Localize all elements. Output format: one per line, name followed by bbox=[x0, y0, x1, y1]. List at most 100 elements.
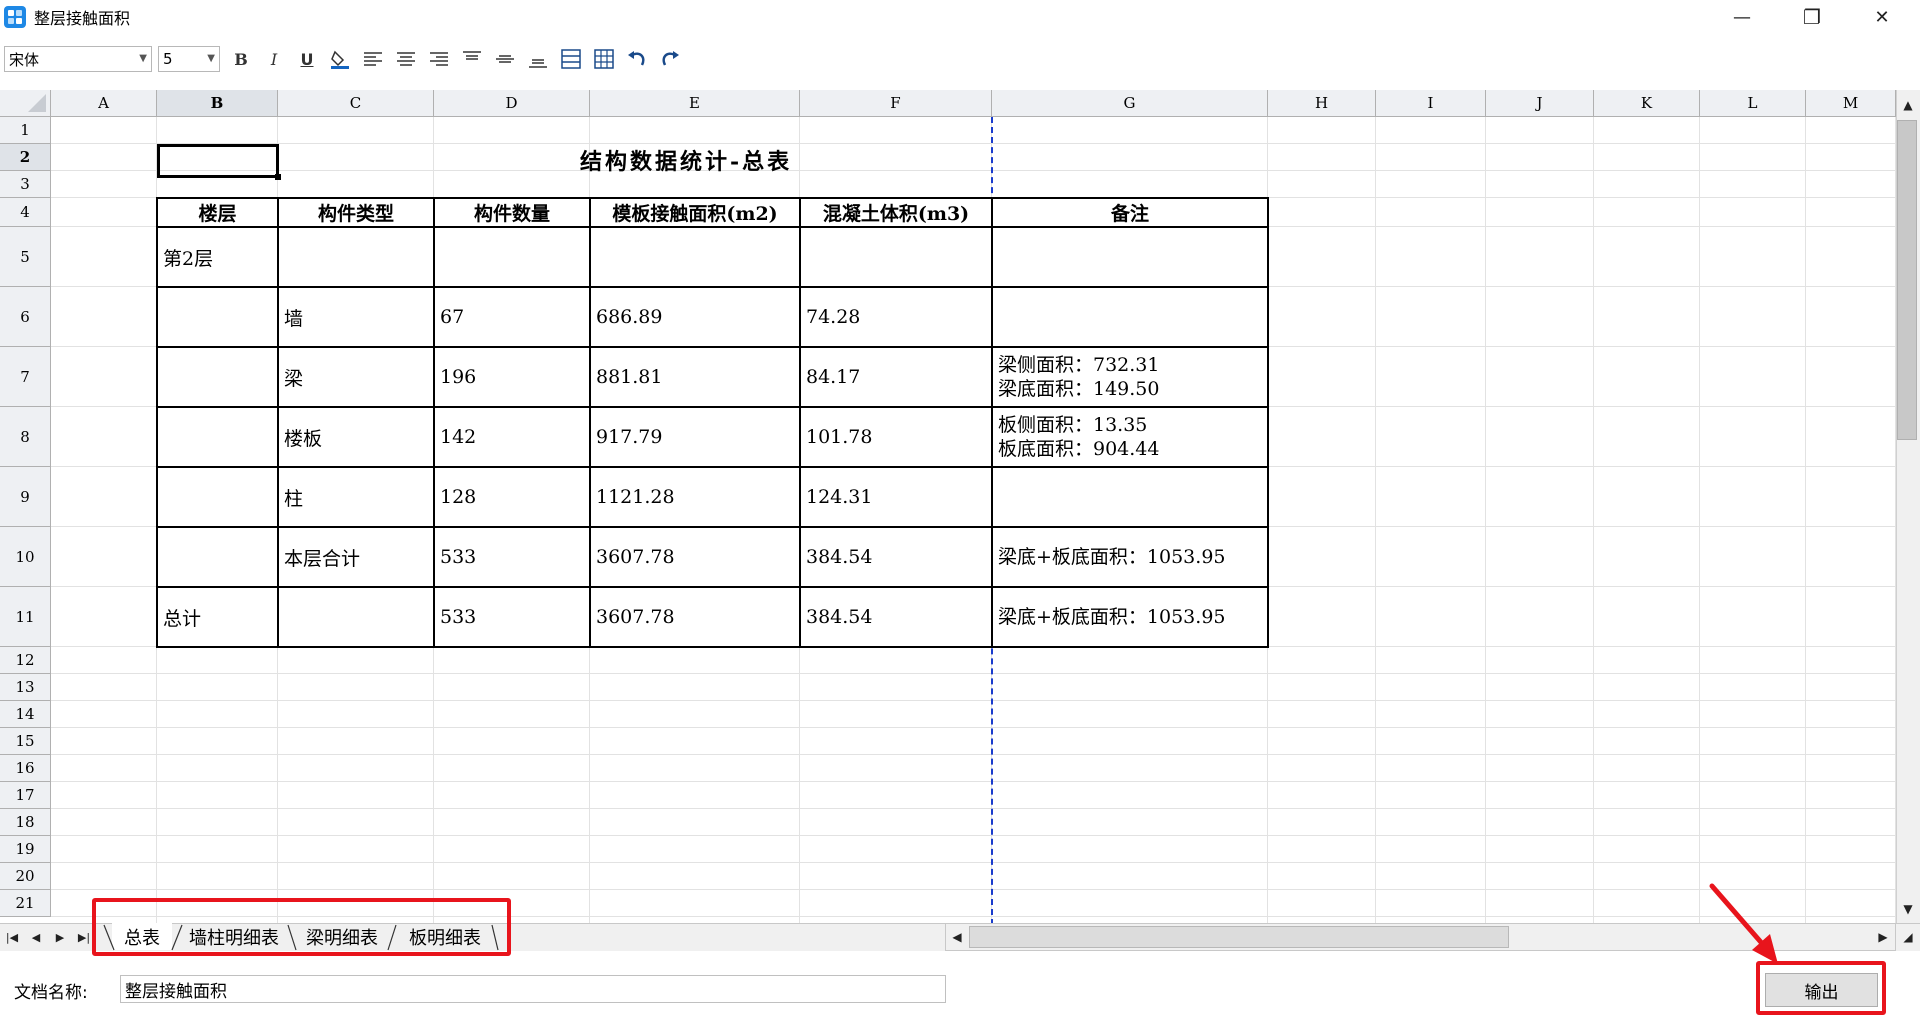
align-left-button[interactable] bbox=[360, 46, 386, 72]
align-middle-button[interactable] bbox=[492, 46, 518, 72]
table-header-cell[interactable]: 楼层 bbox=[157, 198, 278, 227]
table-cell-volume[interactable]: 74.28 bbox=[800, 287, 992, 347]
doc-name-input[interactable]: 整层接触面积 bbox=[120, 975, 946, 1003]
grid-borders-button[interactable] bbox=[591, 46, 617, 72]
row-header-3[interactable]: 3 bbox=[0, 171, 51, 198]
table-cell-note[interactable]: 梁底+板底面积：1053.95 bbox=[992, 587, 1268, 647]
bold-button[interactable]: B bbox=[228, 46, 254, 72]
table-cell-floor[interactable] bbox=[157, 527, 278, 587]
column-header-i[interactable]: I bbox=[1376, 90, 1486, 117]
table-header-cell[interactable]: 备注 bbox=[992, 198, 1268, 227]
table-cell-count[interactable]: 196 bbox=[434, 347, 590, 407]
table-cell-note[interactable] bbox=[992, 467, 1268, 527]
table-cell-count[interactable]: 142 bbox=[434, 407, 590, 467]
row-header-4[interactable]: 4 bbox=[0, 198, 51, 227]
row-header-11[interactable]: 11 bbox=[0, 587, 51, 647]
align-center-button[interactable] bbox=[393, 46, 419, 72]
table-header-cell[interactable]: 构件数量 bbox=[434, 198, 590, 227]
column-header-j[interactable]: J bbox=[1486, 90, 1594, 117]
select-all-corner[interactable] bbox=[0, 90, 51, 117]
selected-cell-b2[interactable] bbox=[157, 144, 279, 178]
table-cell-type[interactable] bbox=[278, 227, 434, 287]
font-size-select[interactable]: 5 ▼ bbox=[158, 46, 220, 72]
table-cell-floor[interactable] bbox=[157, 467, 278, 527]
table-cell-volume[interactable]: 101.78 bbox=[800, 407, 992, 467]
column-header-g[interactable]: G bbox=[992, 90, 1268, 117]
table-cell-area[interactable]: 1121.28 bbox=[590, 467, 800, 527]
align-bottom-button[interactable] bbox=[525, 46, 551, 72]
fill-color-button[interactable] bbox=[327, 46, 353, 72]
row-header-6[interactable]: 6 bbox=[0, 287, 51, 347]
table-cell-area[interactable]: 917.79 bbox=[590, 407, 800, 467]
column-header-f[interactable]: F bbox=[800, 90, 992, 117]
table-cell-count[interactable]: 128 bbox=[434, 467, 590, 527]
next-sheet-icon[interactable]: ▶ bbox=[50, 926, 70, 948]
underline-button[interactable]: U bbox=[294, 46, 320, 72]
table-cell-type[interactable]: 楼板 bbox=[278, 407, 434, 467]
align-top-button[interactable] bbox=[459, 46, 485, 72]
column-header-c[interactable]: C bbox=[278, 90, 434, 117]
column-header-m[interactable]: M bbox=[1806, 90, 1896, 117]
row-header-21[interactable]: 21 bbox=[0, 890, 51, 917]
table-cell-floor[interactable]: 总计 bbox=[157, 587, 278, 647]
table-cell-count[interactable]: 67 bbox=[434, 287, 590, 347]
row-header-13[interactable]: 13 bbox=[0, 674, 51, 701]
first-sheet-icon[interactable]: |◀ bbox=[2, 926, 22, 948]
scroll-right-icon[interactable]: ▶ bbox=[1872, 926, 1894, 948]
row-header-12[interactable]: 12 bbox=[0, 647, 51, 674]
horizontal-scroll-thumb[interactable] bbox=[969, 926, 1509, 948]
restore-button[interactable]: ❐ bbox=[1782, 0, 1842, 34]
row-header-20[interactable]: 20 bbox=[0, 863, 51, 890]
align-right-button[interactable] bbox=[426, 46, 452, 72]
row-header-7[interactable]: 7 bbox=[0, 347, 51, 407]
italic-button[interactable]: I bbox=[261, 46, 287, 72]
row-header-10[interactable]: 10 bbox=[0, 527, 51, 587]
row-header-14[interactable]: 14 bbox=[0, 701, 51, 728]
table-cell-type[interactable]: 本层合计 bbox=[278, 527, 434, 587]
font-family-select[interactable]: 宋体 ▼ bbox=[4, 46, 152, 72]
close-button[interactable]: ✕ bbox=[1852, 0, 1912, 34]
row-header-1[interactable]: 1 bbox=[0, 117, 51, 144]
table-cell-area[interactable]: 3607.78 bbox=[590, 587, 800, 647]
row-header-2[interactable]: 2 bbox=[0, 144, 51, 171]
row-header-9[interactable]: 9 bbox=[0, 467, 51, 527]
row-header-5[interactable]: 5 bbox=[0, 227, 51, 287]
row-header-19[interactable]: 19 bbox=[0, 836, 51, 863]
table-cell-floor[interactable]: 第2层 bbox=[157, 227, 278, 287]
minimize-button[interactable]: — bbox=[1712, 0, 1772, 34]
table-cell-floor[interactable] bbox=[157, 347, 278, 407]
row-header-18[interactable]: 18 bbox=[0, 809, 51, 836]
table-cell-volume[interactable]: 384.54 bbox=[800, 587, 992, 647]
table-cell-note[interactable] bbox=[992, 287, 1268, 347]
fill-handle[interactable] bbox=[275, 174, 281, 180]
scroll-down-icon[interactable]: ▼ bbox=[1897, 898, 1919, 920]
scroll-left-icon[interactable]: ◀ bbox=[946, 926, 968, 948]
table-cell-area[interactable]: 3607.78 bbox=[590, 527, 800, 587]
table-cell-count[interactable] bbox=[434, 227, 590, 287]
table-cell-note[interactable]: 梁底+板底面积：1053.95 bbox=[992, 527, 1268, 587]
table-cell-volume[interactable]: 84.17 bbox=[800, 347, 992, 407]
table-header-cell[interactable]: 构件类型 bbox=[278, 198, 434, 227]
scroll-up-icon[interactable]: ▲ bbox=[1897, 94, 1919, 116]
table-cell-type[interactable]: 柱 bbox=[278, 467, 434, 527]
table-header-cell[interactable]: 模板接触面积(m2) bbox=[590, 198, 800, 227]
row-header-17[interactable]: 17 bbox=[0, 782, 51, 809]
table-cell-note[interactable]: 梁侧面积：732.31 梁底面积：149.50 bbox=[992, 347, 1268, 407]
table-cell-note[interactable]: 板侧面积：13.35 板底面积：904.44 bbox=[992, 407, 1268, 467]
table-cell-type[interactable]: 墙 bbox=[278, 287, 434, 347]
table-header-cell[interactable]: 混凝土体积(m3) bbox=[800, 198, 992, 227]
row-header-8[interactable]: 8 bbox=[0, 407, 51, 467]
undo-button[interactable] bbox=[624, 46, 650, 72]
column-header-b[interactable]: B bbox=[157, 90, 278, 117]
column-header-h[interactable]: H bbox=[1268, 90, 1376, 117]
table-cell-count[interactable]: 533 bbox=[434, 587, 590, 647]
table-cell-count[interactable]: 533 bbox=[434, 527, 590, 587]
prev-sheet-icon[interactable]: ◀ bbox=[26, 926, 46, 948]
row-header-16[interactable]: 16 bbox=[0, 755, 51, 782]
table-cell-area[interactable]: 686.89 bbox=[590, 287, 800, 347]
row-header-15[interactable]: 15 bbox=[0, 728, 51, 755]
vertical-scroll-thumb[interactable] bbox=[1897, 120, 1917, 440]
table-cell-volume[interactable] bbox=[800, 227, 992, 287]
column-header-d[interactable]: D bbox=[434, 90, 590, 117]
merge-cells-button[interactable] bbox=[558, 46, 584, 72]
